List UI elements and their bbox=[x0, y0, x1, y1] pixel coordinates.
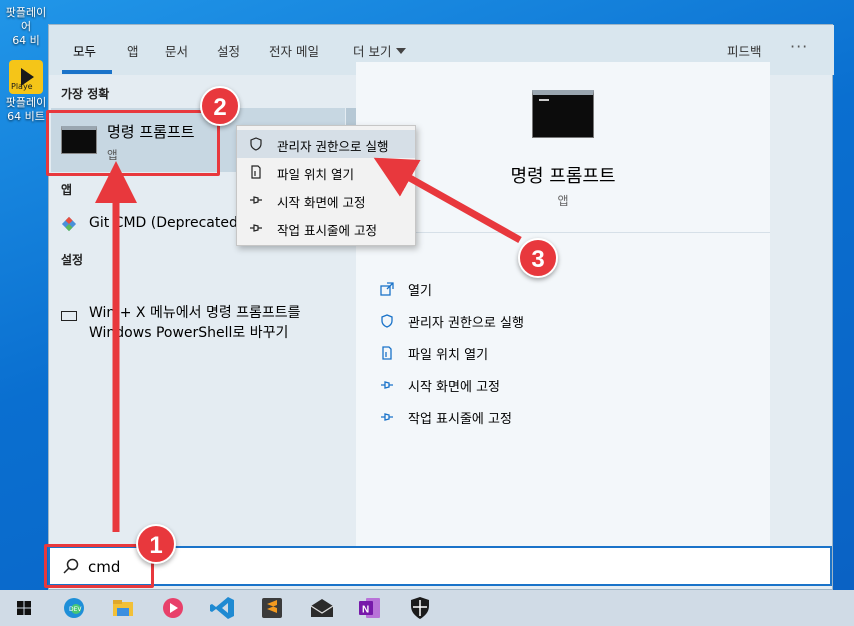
preview-app-name: 명령 프롬프트 bbox=[510, 166, 616, 187]
section-settings: 설정 bbox=[61, 253, 84, 267]
ctx-run-as-admin[interactable]: 관리자 권한으로 실행 bbox=[237, 130, 415, 158]
display-settings-icon bbox=[61, 311, 77, 321]
more-options-icon[interactable]: ··· bbox=[790, 37, 808, 56]
taskbar: DEV N bbox=[0, 590, 854, 626]
desktop-icon-potplayer-64[interactable]: Playe 팟플레이 64 비트 bbox=[2, 60, 50, 124]
ctx-pin-to-start-label: 시작 화면에 고정 bbox=[277, 195, 366, 210]
action-pin-to-start-label: 시작 화면에 고정 bbox=[408, 380, 500, 395]
context-menu: 관리자 권한으로 실행 파일 위치 열기 시작 화면에 고정 작업 표시줄에 고… bbox=[236, 125, 416, 246]
highlight-best-match bbox=[46, 110, 220, 176]
ctx-pin-to-taskbar-label: 작업 표시줄에 고정 bbox=[277, 223, 377, 238]
security-icon[interactable] bbox=[404, 592, 436, 624]
windows-start-icon[interactable] bbox=[8, 592, 40, 624]
tab-more-label: 더 보기 bbox=[353, 44, 392, 59]
ctx-pin-to-taskbar[interactable]: 작업 표시줄에 고정 bbox=[237, 214, 415, 242]
action-open-label: 열기 bbox=[408, 284, 432, 299]
active-tab-indicator bbox=[62, 70, 112, 74]
section-apps: 앱 bbox=[61, 183, 73, 197]
svg-text:N: N bbox=[362, 605, 369, 616]
feedback-button[interactable]: 피드백 bbox=[727, 41, 762, 60]
preview-pane: 명령 프롬프트 앱 열기 관리자 권한으로 실행 파일 위치 열기 시작 화면에… bbox=[356, 62, 770, 566]
action-open-file-location-label: 파일 위치 열기 bbox=[408, 348, 489, 363]
tab-more[interactable]: 더 보기 bbox=[353, 41, 407, 60]
tab-settings[interactable]: 설정 bbox=[217, 41, 240, 60]
search-input[interactable] bbox=[88, 556, 688, 578]
desktop-icon-label-1: 팟플레이 bbox=[5, 96, 47, 109]
pin-icon bbox=[250, 224, 262, 232]
desktop-icon-label-1: 팟플레이어 bbox=[5, 6, 47, 33]
ctx-open-file-location[interactable]: 파일 위치 열기 bbox=[237, 158, 415, 186]
desktop-icon-potplayer[interactable]: 팟플레이어 64 비 bbox=[2, 0, 50, 48]
settings-result-line2: Windows PowerShell로 바꾸기 bbox=[89, 325, 289, 341]
annotation-badge-2: 2 bbox=[200, 86, 240, 126]
annotation-badge-3: 3 bbox=[518, 238, 558, 278]
desktop-icon-label-2: 64 비트 bbox=[7, 110, 45, 123]
ctx-open-file-location-label: 파일 위치 열기 bbox=[277, 167, 354, 182]
app-result-git-cmd[interactable]: Git CMD (Deprecated bbox=[89, 215, 238, 231]
file-location-icon bbox=[382, 346, 392, 360]
file-location-icon bbox=[251, 165, 261, 179]
ctx-run-as-admin-label: 관리자 권한으로 실행 bbox=[277, 139, 389, 154]
settings-result-line1: Win + X 메뉴에서 명령 프롬프트를 bbox=[89, 305, 301, 321]
tab-documents[interactable]: 문서 bbox=[165, 41, 188, 60]
desktop-icon-label-2: 64 비 bbox=[12, 34, 40, 47]
svg-text:DEV: DEV bbox=[69, 606, 82, 613]
preview-divider bbox=[356, 232, 770, 233]
tab-apps[interactable]: 앱 bbox=[127, 41, 139, 60]
potplayer-icon: Playe bbox=[9, 60, 43, 94]
shield-icon bbox=[381, 314, 393, 328]
edge-dev-icon[interactable]: DEV bbox=[58, 592, 90, 624]
tab-all[interactable]: 모두 bbox=[73, 41, 96, 60]
action-run-as-admin-label: 관리자 권한으로 실행 bbox=[408, 316, 524, 331]
open-icon bbox=[380, 282, 394, 296]
shield-icon bbox=[250, 137, 262, 151]
tab-email[interactable]: 전자 메일 bbox=[269, 41, 319, 60]
pin-icon bbox=[381, 413, 393, 421]
vscode-icon[interactable] bbox=[207, 592, 239, 624]
ctx-pin-to-start[interactable]: 시작 화면에 고정 bbox=[237, 186, 415, 214]
mail-icon[interactable] bbox=[306, 592, 338, 624]
annotation-badge-1: 1 bbox=[136, 524, 176, 564]
onenote-icon[interactable]: N bbox=[354, 592, 386, 624]
action-pin-to-taskbar-label: 작업 표시줄에 고정 bbox=[408, 412, 512, 427]
pin-icon bbox=[250, 196, 262, 204]
preview-app-type: 앱 bbox=[557, 194, 569, 208]
command-prompt-large-icon bbox=[532, 90, 594, 138]
section-best-match: 가장 정확 bbox=[61, 87, 110, 101]
git-icon bbox=[61, 216, 77, 232]
pin-icon bbox=[381, 381, 393, 389]
media-player-icon[interactable] bbox=[157, 592, 189, 624]
sublime-text-icon[interactable] bbox=[256, 592, 288, 624]
chevron-down-icon bbox=[396, 48, 407, 54]
file-explorer-icon[interactable] bbox=[107, 592, 139, 624]
settings-result[interactable]: Win + X 메뉴에서 명령 프롬프트를 Windows PowerShell… bbox=[89, 303, 359, 343]
